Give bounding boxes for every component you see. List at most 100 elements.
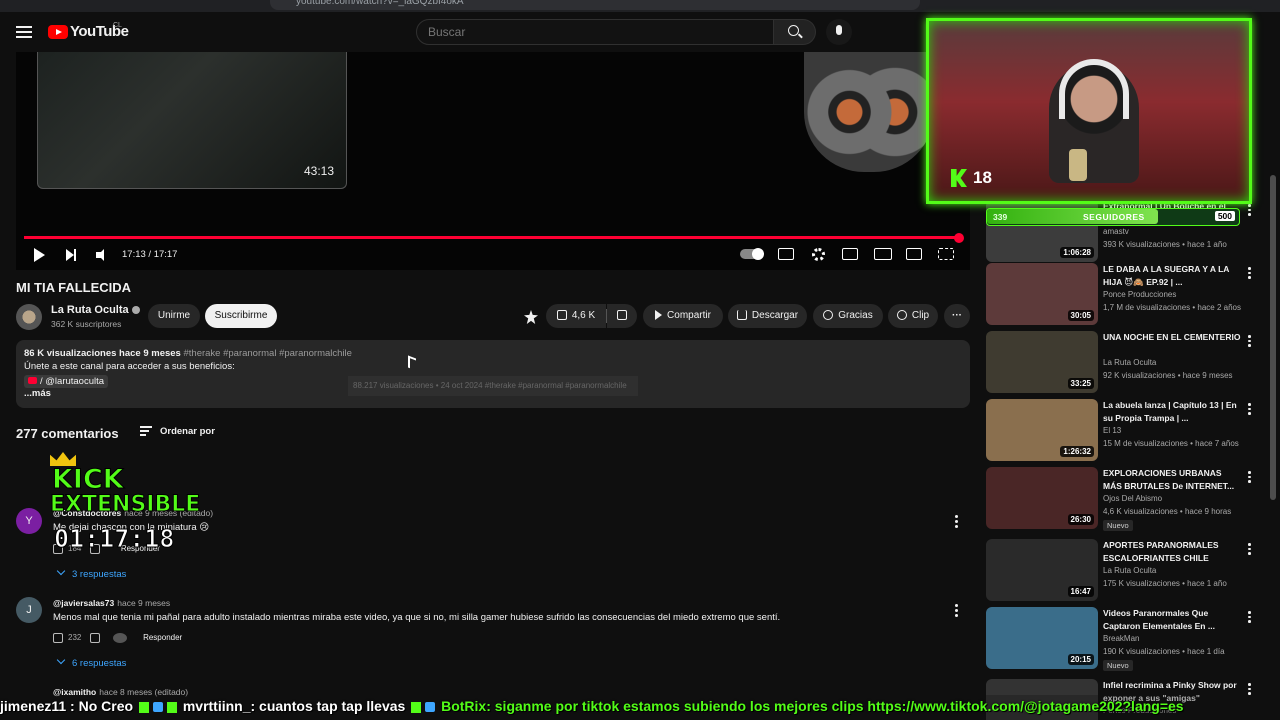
video-title[interactable]: Videos Paranormales Que Captaron Element…: [1103, 607, 1241, 633]
video-duration: 20:15: [1067, 654, 1094, 665]
video-title[interactable]: EXPLORACIONES URBANAS MÁS BRUTALES De IN…: [1103, 467, 1241, 493]
sort-icon[interactable]: [140, 426, 152, 436]
video-title[interactable]: APORTES PARANORMALES ESCALOFRIANTES CHIL…: [1103, 539, 1241, 565]
video-menu-icon[interactable]: [1248, 611, 1251, 625]
scrubber-handle[interactable]: [954, 233, 964, 243]
volume-icon[interactable]: [96, 249, 110, 261]
video-thumbnail[interactable]: 1:26:32: [986, 399, 1098, 461]
subscribe-button[interactable]: Suscribirme: [205, 304, 277, 328]
kick-logo-icon: [951, 169, 967, 187]
subtitles-icon[interactable]: [778, 248, 794, 260]
settings-gear-icon[interactable]: [812, 248, 825, 261]
comment-menu-icon[interactable]: [955, 604, 958, 617]
headset-icon: [1059, 59, 1129, 119]
video-thumbnail[interactable]: 26:30: [986, 467, 1098, 529]
video-title[interactable]: La abuela lanza | Capítulo 13 | En su Pr…: [1103, 399, 1241, 425]
video-title: MI TIA FALLECIDA: [16, 280, 132, 295]
fullscreen-icon[interactable]: [938, 248, 954, 260]
thanks-button[interactable]: Gracias: [813, 304, 883, 328]
description-box[interactable]: 86 K visualizaciones hace 9 meses #thera…: [16, 340, 970, 408]
thumbs-down-icon[interactable]: [89, 633, 100, 643]
video-menu-icon[interactable]: [1248, 267, 1251, 281]
scrub-preview: 43:13: [37, 52, 347, 189]
join-button[interactable]: Unirme: [148, 304, 200, 328]
related-video-item[interactable]: 30:05 LE DABA A LA SUEGRA Y A LA HIJA 😈🙈 …: [986, 263, 1262, 327]
related-video-item[interactable]: 16:47 APORTES PARANORMALES ESCALOFRIANTES…: [986, 539, 1262, 603]
video-menu-icon[interactable]: [1248, 543, 1251, 557]
mouse-cursor-icon: [408, 355, 416, 371]
channel-name[interactable]: La Ruta Oculta: [51, 304, 140, 316]
thanks-icon: [823, 310, 834, 321]
video-menu-icon[interactable]: [1248, 403, 1251, 417]
comment-avatar[interactable]: J: [16, 597, 42, 623]
country-code: CL: [113, 22, 122, 29]
related-video-item[interactable]: 1:26:32 La abuela lanza | Capítulo 13 | E…: [986, 399, 1262, 463]
video-meta: 175 K visualizaciones • hace 1 año: [1103, 579, 1227, 588]
video-channel[interactable]: El 13: [1103, 426, 1121, 435]
description-channel-link[interactable]: / @larutaoculta: [24, 375, 109, 388]
video-channel[interactable]: Ojos Del Abismo: [1103, 494, 1162, 503]
cast-icon[interactable]: [906, 248, 922, 260]
next-icon[interactable]: [66, 249, 76, 261]
video-duration: 1:06:28: [1060, 247, 1094, 258]
view-replies-button[interactable]: 6 respuestas: [56, 655, 126, 669]
video-menu-icon[interactable]: [1248, 335, 1251, 349]
download-button[interactable]: Descargar: [728, 304, 807, 328]
channel-avatar[interactable]: [16, 304, 42, 330]
new-badge: Nuevo: [1103, 520, 1133, 531]
sort-by-button[interactable]: Ordenar por: [160, 426, 215, 437]
more-actions-button[interactable]: ···: [944, 304, 970, 328]
comment-avatar[interactable]: Y: [16, 508, 42, 534]
video-thumbnail[interactable]: 30:05: [986, 263, 1098, 325]
video-player[interactable]: 43:13 17:13 / 17:17: [16, 52, 970, 270]
video-channel[interactable]: La Ruta Oculta: [1103, 358, 1156, 367]
dislike-button[interactable]: [607, 304, 637, 328]
video-title[interactable]: LE DABA A LA SUEGRA Y A LA HIJA 😈🙈 EP.92…: [1103, 263, 1241, 289]
clip-button[interactable]: Clip: [888, 304, 938, 328]
video-channel[interactable]: La Ruta Oculta: [1103, 566, 1156, 575]
overlay-clock: 01:17:18: [53, 524, 175, 554]
video-menu-icon[interactable]: [1248, 204, 1251, 218]
reply-button[interactable]: Responder: [143, 633, 182, 642]
search-input[interactable]: [416, 19, 774, 45]
related-video-item[interactable]: 33:25 UNA NOCHE EN EL CEMENTERIO La Ruta O…: [986, 331, 1262, 395]
autoplay-toggle[interactable]: [740, 248, 764, 260]
description-tags[interactable]: #therake #paranormal #paranormalchile: [183, 348, 351, 359]
miniplayer-icon[interactable]: [842, 248, 858, 260]
progress-bar[interactable]: [24, 236, 962, 239]
like-button[interactable]: 4,6 K: [546, 304, 606, 328]
sparkle-icon[interactable]: [524, 310, 538, 324]
thumbs-up-icon[interactable]: [53, 633, 63, 643]
video-thumbnail[interactable]: 16:47: [986, 539, 1098, 601]
comment-menu-icon[interactable]: [955, 515, 958, 528]
comment-author[interactable]: @javiersalas73 hace 9 meses: [53, 598, 170, 608]
related-video-item[interactable]: 20:15 Videos Paranormales Que Captaron El…: [986, 607, 1262, 671]
show-more-link[interactable]: ...más: [24, 388, 51, 399]
video-thumbnail[interactable]: 33:25: [986, 331, 1098, 393]
sidebar-scrollbar[interactable]: [1270, 175, 1276, 500]
menu-icon[interactable]: [16, 26, 32, 38]
microphone-icon: [836, 25, 842, 35]
video-title[interactable]: UNA NOCHE EN EL CEMENTERIO: [1103, 331, 1241, 344]
video-channel[interactable]: BreakMan: [1103, 634, 1139, 643]
video-meta: 190 K visualizaciones • hace 1 día: [1103, 647, 1225, 656]
voice-search-button[interactable]: [826, 19, 852, 45]
download-icon: [736, 310, 747, 321]
youtube-logo-icon[interactable]: [48, 25, 68, 39]
video-channel[interactable]: Ponce Producciones: [1103, 290, 1176, 299]
view-replies-button[interactable]: 3 respuestas: [56, 566, 126, 580]
related-video-item[interactable]: 26:30 EXPLORACIONES URBANAS MÁS BRUTALES …: [986, 467, 1262, 531]
video-menu-icon[interactable]: [1248, 471, 1251, 485]
video-thumbnail[interactable]: 20:15: [986, 607, 1098, 669]
search-button[interactable]: [774, 19, 816, 45]
chat-ticker: jimenez11 : No Creo mvrttiinn_: cuantos …: [0, 695, 1280, 720]
address-bar[interactable]: youtube.com/watch?v=_laGQzbI4okA: [270, 0, 920, 10]
video-channel[interactable]: amastv: [1103, 227, 1129, 236]
chevron-down-icon: [56, 655, 66, 665]
description-tooltip: 88.217 visualizaciones • 24 oct 2024 #th…: [348, 376, 638, 396]
theater-mode-icon[interactable]: [874, 248, 892, 260]
play-icon[interactable]: [34, 248, 45, 262]
like-count: 4,6 K: [571, 310, 596, 321]
video-duration: 33:25: [1067, 378, 1094, 389]
share-button[interactable]: Compartir: [643, 304, 723, 328]
